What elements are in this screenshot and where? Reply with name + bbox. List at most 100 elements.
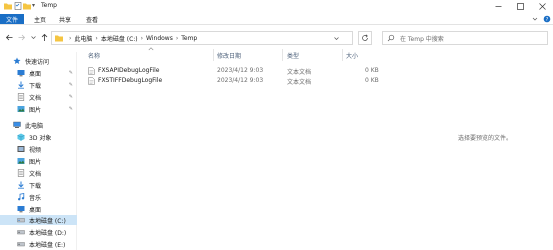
- sidebar-item-music[interactable]: 音乐: [0, 192, 77, 202]
- forward-button[interactable]: [17, 33, 26, 42]
- up-arrow-icon: [41, 33, 48, 41]
- this-pc-icon: [13, 121, 21, 128]
- properties-icon[interactable]: [14, 2, 22, 10]
- drive-icon: [17, 230, 25, 235]
- column-header-modified[interactable]: 修改日期: [217, 51, 241, 60]
- sidebar-item-3d-objects[interactable]: 3D 对象: [0, 132, 77, 142]
- close-icon: [538, 2, 546, 10]
- sidebar-item-label: 下载: [29, 182, 42, 190]
- maximize-button[interactable]: [509, 0, 531, 12]
- pin-icon: ✎: [68, 82, 73, 88]
- documents-folder-icon: [17, 93, 25, 101]
- folder-icon: [4, 3, 12, 10]
- sidebar-item-pictures[interactable]: 图片: [0, 156, 77, 166]
- up-button[interactable]: [40, 33, 49, 42]
- sidebar-item-this-pc[interactable]: 此电脑: [0, 120, 77, 130]
- qat-dropdown-icon[interactable]: ▾: [32, 2, 35, 9]
- chevron-down-icon[interactable]: [333, 35, 340, 42]
- tab-file[interactable]: 文件: [0, 14, 24, 24]
- minimize-button[interactable]: [487, 0, 509, 12]
- maximize-icon: [516, 2, 524, 10]
- pin-icon: ✎: [68, 70, 73, 76]
- back-arrow-icon: [5, 34, 13, 41]
- sidebar-item-drive-e[interactable]: 本地磁盘 (E:): [0, 239, 77, 249]
- file-list: 名称 修改日期 类型 大小 FXSAPIDebugLogFile 2023/4/…: [80, 47, 380, 250]
- sidebar-item-label: 此电脑: [25, 122, 44, 130]
- sidebar-item-label: 图片: [29, 106, 42, 114]
- column-divider[interactable]: [213, 49, 214, 61]
- breadcrumb-separator-icon: ›: [175, 34, 179, 42]
- preview-pane: 选择要预览的文件。: [380, 49, 553, 250]
- pin-icon: ✎: [68, 94, 73, 100]
- table-row[interactable]: FXSTIFFDebugLogFile 2023/4/12 9:03 文本文档 …: [80, 76, 380, 86]
- drive-icon: [17, 242, 25, 247]
- breadcrumb-drive-c[interactable]: 本地磁盘 (C:): [101, 34, 138, 43]
- sidebar-item-drive-d[interactable]: 本地磁盘 (D:): [0, 227, 77, 237]
- file-name[interactable]: FXSAPIDebugLogFile: [98, 67, 159, 74]
- sidebar-item-documents-pinned[interactable]: 文档 ✎: [0, 92, 77, 102]
- sidebar-item-documents[interactable]: 文档: [0, 168, 77, 178]
- sidebar-item-label: 下载: [29, 82, 42, 90]
- sidebar-item-downloads-pinned[interactable]: 下载 ✎: [0, 80, 77, 90]
- pictures-folder-icon: [17, 158, 25, 164]
- sidebar-item-desktop[interactable]: 桌面: [0, 204, 77, 214]
- file-type: 文本文档: [287, 69, 312, 76]
- tab-view[interactable]: 查看: [82, 14, 102, 24]
- sidebar-item-label: 音乐: [29, 194, 42, 202]
- new-folder-icon[interactable]: [23, 2, 31, 10]
- search-box[interactable]: 在 Temp 中搜索: [382, 31, 548, 45]
- music-folder-icon: [18, 193, 25, 201]
- sidebar-item-drive-c[interactable]: 本地磁盘 (C:): [0, 215, 77, 225]
- drive-icon: [17, 218, 25, 223]
- search-input[interactable]: 在 Temp 中搜索: [400, 34, 444, 43]
- close-button[interactable]: [531, 0, 553, 12]
- breadcrumb-separator-icon: ›: [140, 34, 144, 42]
- sidebar-item-desktop-pinned[interactable]: 桌面 ✎: [0, 68, 77, 78]
- sidebar-item-label: 本地磁盘 (E:): [29, 241, 66, 249]
- breadcrumb-temp[interactable]: Temp: [181, 35, 197, 42]
- column-divider[interactable]: [282, 49, 283, 61]
- ribbon-expand-icon[interactable]: [532, 16, 538, 22]
- table-row[interactable]: FXSAPIDebugLogFile 2023/4/12 9:03 文本文档 0…: [80, 66, 380, 76]
- breadcrumb-this-pc[interactable]: 此电脑: [74, 34, 92, 43]
- ribbon-tabs: 文件 主页 共享 查看 ?: [0, 13, 553, 25]
- window-title: Temp: [41, 2, 57, 9]
- address-bar[interactable]: › 此电脑 › 本地磁盘 (C:) › Windows › Temp: [51, 31, 353, 45]
- refresh-icon: [362, 34, 368, 41]
- file-type: 文本文档: [287, 79, 312, 86]
- tab-share[interactable]: 共享: [55, 14, 75, 24]
- column-header-size[interactable]: 大小: [346, 51, 358, 60]
- navigation-pane: 快速访问 桌面 ✎ 下载 ✎ 文档 ✎ 图片 ✎ 此电脑 3D 对象 视频 图片…: [0, 52, 77, 250]
- sidebar-item-label: 图片: [29, 158, 42, 166]
- text-file-icon: [88, 77, 95, 85]
- column-header-name[interactable]: 名称: [88, 51, 100, 60]
- folder-icon: [55, 35, 63, 42]
- sidebar-item-label: 桌面: [29, 70, 42, 78]
- column-divider[interactable]: [342, 49, 343, 61]
- sidebar-item-quick-access[interactable]: 快速访问: [0, 56, 77, 66]
- sidebar-item-videos[interactable]: 视频: [0, 144, 77, 154]
- minimize-icon: [495, 5, 501, 7]
- breadcrumb-windows[interactable]: Windows: [146, 35, 173, 42]
- sidebar-item-label: 本地磁盘 (C:): [29, 217, 66, 225]
- help-icon[interactable]: ?: [543, 15, 551, 23]
- text-file-icon: [88, 67, 95, 75]
- refresh-button[interactable]: [358, 31, 372, 45]
- sidebar-item-downloads[interactable]: 下载: [0, 180, 77, 190]
- desktop-folder-icon: [17, 70, 25, 77]
- back-button[interactable]: [5, 33, 14, 42]
- sidebar-item-label: 3D 对象: [29, 134, 52, 142]
- preview-message: 选择要预览的文件。: [458, 135, 513, 142]
- download-folder-icon: [18, 81, 24, 89]
- column-header-type[interactable]: 类型: [287, 51, 299, 60]
- sidebar-item-label: 快速访问: [25, 58, 50, 66]
- pictures-folder-icon: [17, 106, 25, 112]
- videos-folder-icon: [17, 146, 25, 152]
- 3d-objects-icon: [17, 133, 25, 141]
- sidebar-item-pictures-pinned[interactable]: 图片 ✎: [0, 104, 77, 114]
- forward-arrow-icon: [18, 34, 26, 41]
- file-name[interactable]: FXSTIFFDebugLogFile: [98, 77, 162, 84]
- tab-home[interactable]: 主页: [30, 14, 50, 24]
- recent-locations-button[interactable]: [29, 33, 38, 42]
- svg-text:?: ?: [546, 17, 549, 23]
